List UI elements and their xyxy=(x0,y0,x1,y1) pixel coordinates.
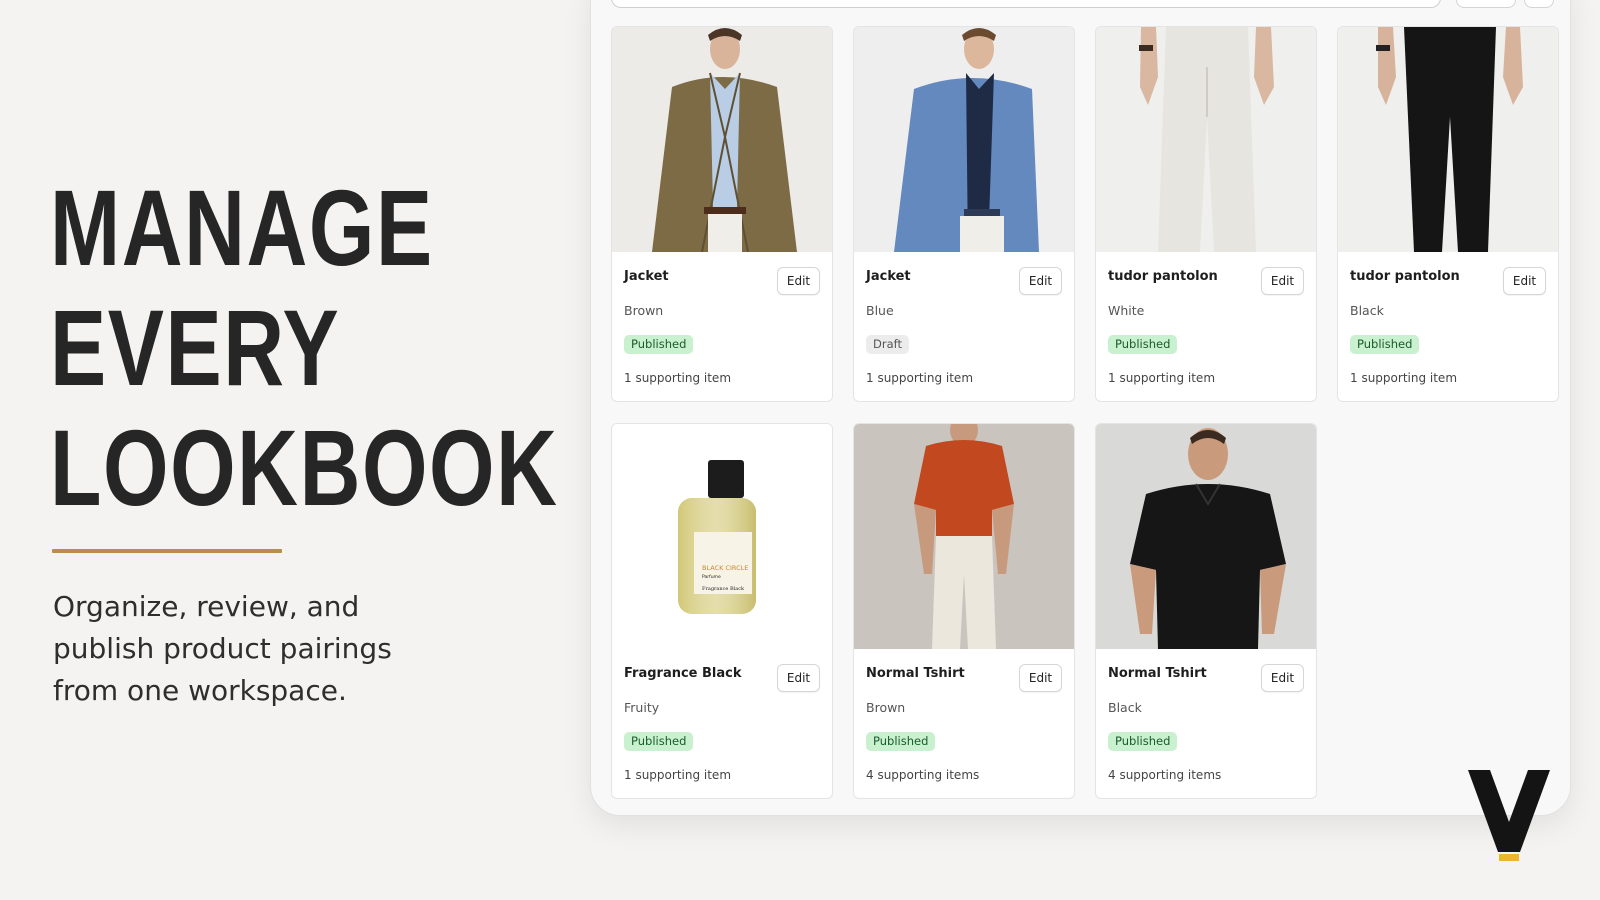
toolbar-icon-button[interactable] xyxy=(1524,0,1554,8)
product-card[interactable]: Normal Tshirt Edit Black Published 4 sup… xyxy=(1095,423,1317,799)
product-variant: Fruity xyxy=(624,700,660,715)
product-title: tudor pantolon xyxy=(1108,269,1218,284)
product-image: BLACK CIRCLE Parfume Fragrance Black xyxy=(612,424,832,649)
toolbar-button[interactable] xyxy=(1456,0,1516,8)
status-badge: Published xyxy=(1350,335,1420,354)
product-title: Normal Tshirt xyxy=(1108,666,1207,681)
status-badge: Published xyxy=(866,732,936,751)
product-card[interactable]: Jacket Edit Blue Draft 1 supporting item xyxy=(853,26,1075,402)
supporting-items-count: 1 supporting item xyxy=(1108,371,1216,385)
product-card[interactable]: BLACK CIRCLE Parfume Fragrance Black Fra… xyxy=(611,423,833,799)
product-card[interactable]: tudor pantolon Edit Black Published 1 su… xyxy=(1337,26,1559,402)
edit-button[interactable]: Edit xyxy=(1019,267,1062,295)
product-title: Jacket xyxy=(624,269,669,284)
product-image xyxy=(612,27,832,252)
supporting-items-count: 1 supporting item xyxy=(866,371,974,385)
product-card[interactable]: Normal Tshirt Edit Brown Published 4 sup… xyxy=(853,423,1075,799)
status-badge: Published xyxy=(624,335,694,354)
edit-button[interactable]: Edit xyxy=(1503,267,1546,295)
hero-line-1: MANAGE xyxy=(50,167,434,288)
edit-button[interactable]: Edit xyxy=(777,267,820,295)
product-image xyxy=(1096,424,1316,649)
label-brand: BLACK CIRCLE xyxy=(702,564,748,572)
supporting-items-count: 4 supporting items xyxy=(1108,768,1222,782)
app-window: Jacket Edit Brown Published 1 supporting… xyxy=(590,0,1571,816)
status-badge: Draft xyxy=(866,335,909,354)
supporting-items-count: 1 supporting item xyxy=(624,371,732,385)
product-card[interactable]: Jacket Edit Brown Published 1 supporting… xyxy=(611,26,833,402)
edit-button[interactable]: Edit xyxy=(777,664,820,692)
edit-button[interactable]: Edit xyxy=(1019,664,1062,692)
product-image xyxy=(854,424,1074,649)
product-variant: Blue xyxy=(866,303,894,318)
hero-line-2: EVERY xyxy=(50,287,341,408)
supporting-items-count: 1 supporting item xyxy=(624,768,732,782)
product-title: Jacket xyxy=(866,269,911,284)
hero-heading: MANAGE EVERY LOOKBOOK xyxy=(50,167,559,528)
product-title: Fragrance Black xyxy=(624,666,742,681)
product-image xyxy=(1338,27,1558,252)
product-title: Normal Tshirt xyxy=(866,666,965,681)
product-image xyxy=(1096,27,1316,252)
product-variant: Black xyxy=(1108,700,1142,715)
label-name: Fragrance Black xyxy=(702,586,745,592)
status-badge: Published xyxy=(1108,732,1178,751)
supporting-items-count: 4 supporting items xyxy=(866,768,980,782)
accent-divider xyxy=(52,549,282,553)
hero-subtitle: Organize, review, and publish product pa… xyxy=(53,590,392,707)
label-type: Parfume xyxy=(702,574,721,580)
hero-line-3: LOOKBOOK xyxy=(50,407,559,528)
product-image xyxy=(854,27,1074,252)
search-input[interactable] xyxy=(611,0,1441,8)
edit-button[interactable]: Edit xyxy=(1261,267,1304,295)
product-variant: Black xyxy=(1350,303,1384,318)
status-badge: Published xyxy=(1108,335,1178,354)
product-variant: White xyxy=(1108,303,1145,318)
edit-button[interactable]: Edit xyxy=(1261,664,1304,692)
product-card[interactable]: tudor pantolon Edit White Published 1 su… xyxy=(1095,26,1317,402)
status-badge: Published xyxy=(624,732,694,751)
product-variant: Brown xyxy=(624,303,664,318)
supporting-items-count: 1 supporting item xyxy=(1350,371,1458,385)
product-variant: Brown xyxy=(866,700,906,715)
brand-logo xyxy=(1468,770,1550,861)
product-title: tudor pantolon xyxy=(1350,269,1460,284)
